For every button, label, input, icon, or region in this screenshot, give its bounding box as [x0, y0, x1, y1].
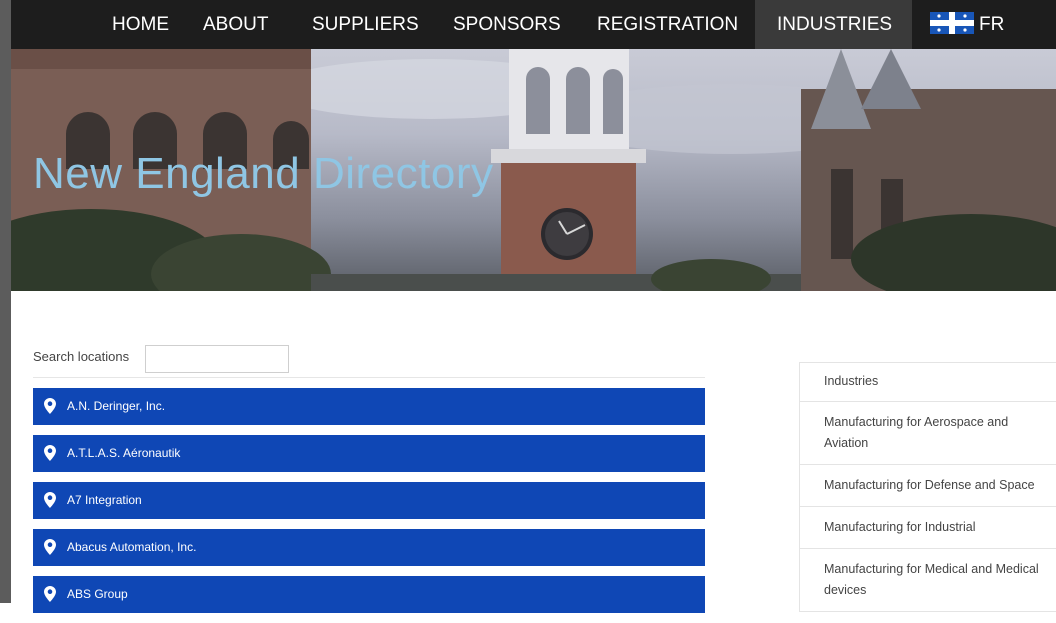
sidebar-header: Industries — [800, 362, 1056, 402]
nav-industries-label: INDUSTRIES — [777, 14, 893, 35]
location-name: ABS Group — [67, 587, 128, 601]
map-pin-icon — [44, 586, 56, 602]
nav-language-label: FR — [979, 14, 1005, 35]
map-pin-icon — [44, 398, 56, 414]
search-locations-input[interactable] — [145, 345, 289, 373]
nav-industries[interactable]: INDUSTRIES — [755, 0, 912, 49]
nav-language-fr[interactable]: FR — [908, 0, 1026, 49]
divider — [33, 377, 705, 378]
map-pin-icon — [44, 539, 56, 555]
nav-registration[interactable]: REGISTRATION — [575, 0, 760, 49]
location-name: A.N. Deringer, Inc. — [67, 399, 166, 413]
map-pin-icon — [44, 492, 56, 508]
location-name: A7 Integration — [67, 493, 142, 507]
nav-about-label: ABOUT — [203, 14, 269, 35]
location-item[interactable]: ABS Group — [33, 576, 705, 613]
locations-list: A.N. Deringer, Inc. A.T.L.A.S. Aéronauti… — [33, 388, 705, 623]
location-item[interactable]: A7 Integration — [33, 482, 705, 519]
location-item[interactable]: Abacus Automation, Inc. — [33, 529, 705, 566]
location-name: A.T.L.A.S. Aéronautik — [67, 446, 181, 460]
nav-home-label: HOME — [112, 14, 169, 35]
sidebar-item-industrial[interactable]: Manufacturing for Industrial — [800, 507, 1056, 549]
quebec-flag-icon — [930, 12, 974, 34]
nav-sponsors[interactable]: SPONSORS — [431, 0, 583, 49]
nav-sponsors-label: SPONSORS — [453, 14, 561, 35]
nav-about[interactable]: ABOUT — [181, 0, 290, 49]
map-pin-icon — [44, 445, 56, 461]
industries-sidebar: Industries Manufacturing for Aerospace a… — [799, 362, 1056, 612]
nav-registration-label: REGISTRATION — [597, 14, 739, 35]
sidebar-item-aerospace[interactable]: Manufacturing for Aerospace and Aviation — [800, 402, 1056, 465]
left-edge-bar — [0, 0, 11, 603]
page-title: New England Directory — [33, 149, 494, 198]
nav-suppliers[interactable]: SUPPLIERS — [290, 0, 441, 49]
location-name: Abacus Automation, Inc. — [67, 540, 197, 554]
nav-home[interactable]: HOME — [90, 0, 191, 49]
sidebar-item-defense-space[interactable]: Manufacturing for Defense and Space — [800, 465, 1056, 507]
search-label: Search locations — [33, 349, 130, 364]
nav-suppliers-label: SUPPLIERS — [312, 14, 419, 35]
location-item[interactable]: A.T.L.A.S. Aéronautik — [33, 435, 705, 472]
hero-banner: New England Directory — [11, 49, 1056, 291]
top-navigation-bar: HOME ABOUT SUPPLIERS SPONSORS REGISTRATI… — [11, 0, 1056, 49]
location-item[interactable]: A.N. Deringer, Inc. — [33, 388, 705, 425]
